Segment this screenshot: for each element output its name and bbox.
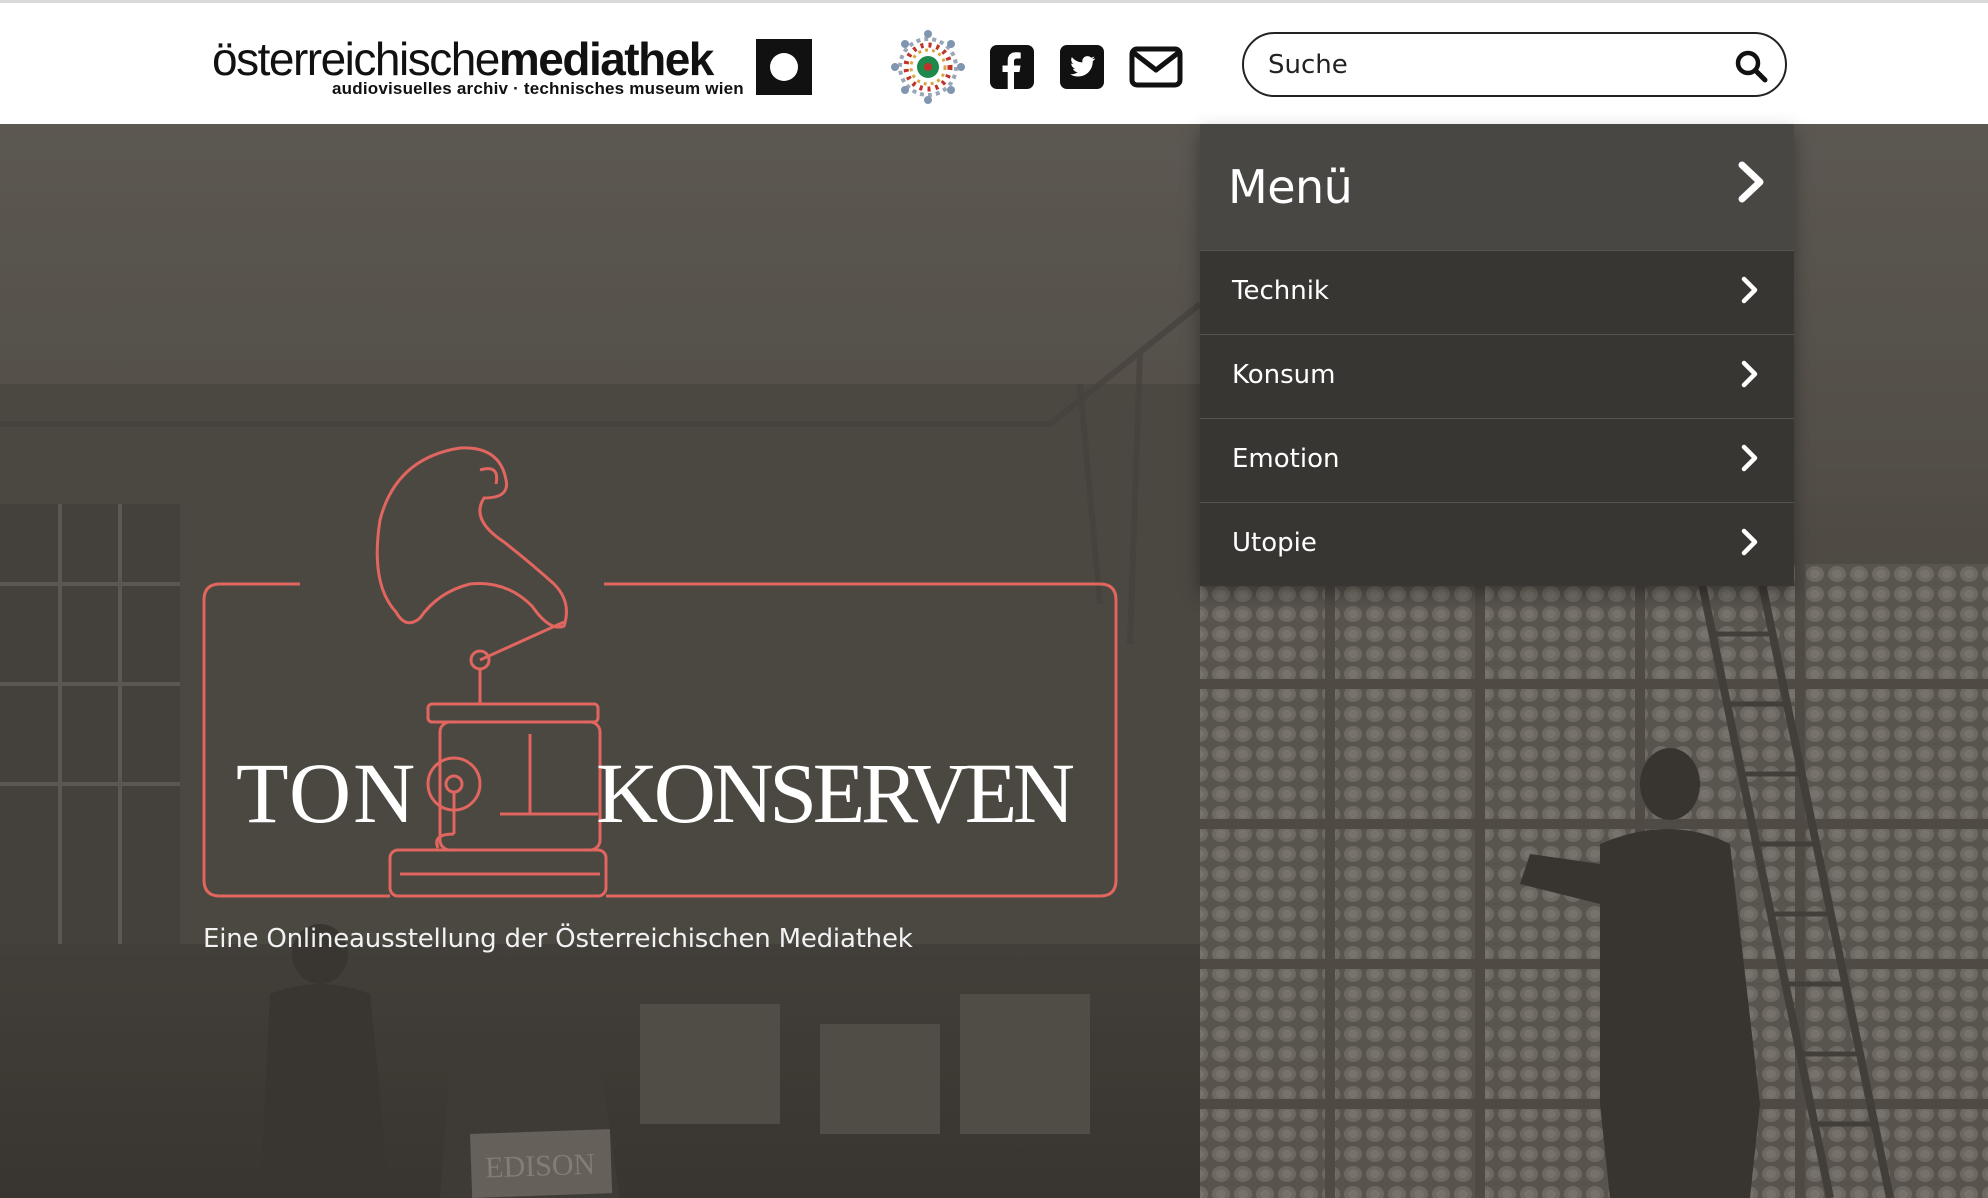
menu-item-technik[interactable]: Technik: [1200, 250, 1794, 334]
menu-item-label: Konsum: [1232, 360, 1336, 390]
menu-item-emotion[interactable]: Emotion: [1200, 418, 1794, 502]
menu-item-utopie[interactable]: Utopie: [1200, 502, 1794, 586]
site-header: österreichischemediathek audiovisuelles …: [0, 0, 1988, 124]
menu-item-label: Utopie: [1232, 528, 1317, 558]
menu-toggle-button[interactable]: Menü: [1200, 124, 1794, 250]
chevron-right-icon: [1740, 359, 1760, 393]
chevron-right-icon: [1736, 160, 1766, 208]
logo-wordmark-light: österreichische: [212, 33, 500, 85]
menu-item-konsum[interactable]: Konsum: [1200, 334, 1794, 418]
logo-title-right: KONSERVEN: [596, 745, 1076, 841]
facebook-icon[interactable]: [988, 29, 1036, 105]
logo-title-left: TON: [236, 745, 417, 841]
mediathek-logo[interactable]: österreichischemediathek audiovisuelles …: [212, 33, 812, 103]
logo-wordmark: österreichischemediathek: [212, 33, 715, 85]
logo-subtitle: audiovisuelles archiv · technisches muse…: [332, 79, 744, 98]
menu-item-label: Technik: [1232, 276, 1329, 306]
search-box: [1242, 32, 1787, 97]
search-icon[interactable]: [1731, 46, 1771, 86]
chevron-right-icon: [1740, 275, 1760, 309]
hero-tagline: Eine Onlineausstellung der Österreichisc…: [203, 924, 913, 954]
twitter-icon[interactable]: [1058, 29, 1106, 105]
logo-wordmark-bold: mediathek: [498, 33, 715, 85]
tonkonserven-logo[interactable]: TON KONSERVEN: [200, 434, 1120, 904]
logo-mark-icon: [756, 39, 812, 95]
mail-icon[interactable]: [1128, 29, 1184, 105]
rosette-logo-icon[interactable]: [888, 29, 968, 105]
chevron-right-icon: [1740, 527, 1760, 561]
side-menu: Menü Technik Konsum Emotion Utopie: [1200, 124, 1794, 586]
search-input[interactable]: [1266, 42, 1706, 87]
menu-title: Menü: [1228, 160, 1353, 214]
chevron-right-icon: [1740, 443, 1760, 477]
menu-item-label: Emotion: [1232, 444, 1340, 474]
